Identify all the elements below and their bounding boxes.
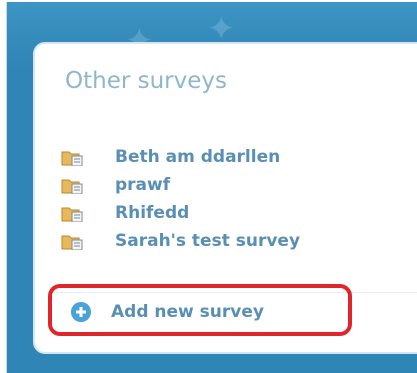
folder-document-icon [61,235,83,250]
panel-title: Other surveys [65,68,227,94]
plus-circle-icon [71,302,91,322]
other-surveys-panel: Other surveys Beth am ddarllen prawf Rhi… [33,42,417,354]
survey-link[interactable]: Beth am ddarllen [115,147,280,167]
survey-link[interactable]: prawf [115,175,170,195]
folder-document-icon [61,179,83,194]
folder-document-icon [61,207,83,222]
survey-link[interactable]: Sarah's test survey [115,231,300,251]
star-decoration-icon: ✦ [207,9,236,49]
folder-document-icon [61,151,83,166]
survey-link[interactable]: Rhifedd [115,203,189,223]
add-new-survey-link[interactable]: Add new survey [111,302,264,322]
screenshot-frame: ✦ ✦ Other surveys Beth am ddarllen prawf… [6,2,417,373]
